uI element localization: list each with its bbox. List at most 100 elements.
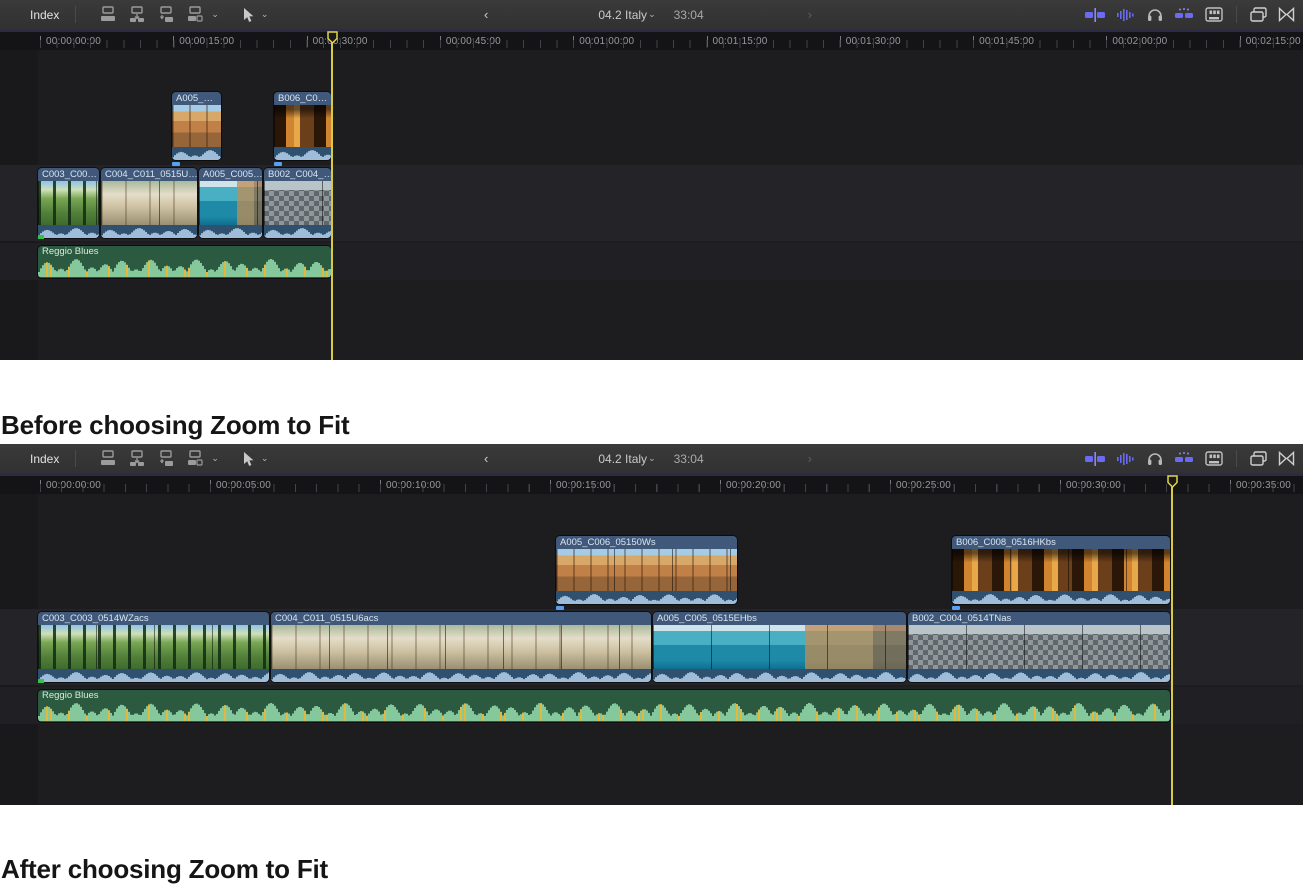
audio-waveform <box>38 257 331 278</box>
clip-a005-c006-05150ws[interactable]: A005_C006_05150Ws <box>556 536 737 604</box>
skimming-icon[interactable] <box>1085 8 1105 22</box>
clip-a005-c005-0515ehbs[interactable]: A005_C005_0515EHbs <box>653 612 906 682</box>
ruler-timecode: 00:02:15:00 <box>1240 32 1301 50</box>
project-name-menu[interactable]: 04.2 Italy ⌄ <box>592 7 661 23</box>
toolbar-center-group: ‹ 04.2 Italy ⌄ 33:04 › <box>478 0 818 29</box>
insert-clip-icon[interactable] <box>127 6 147 23</box>
project-name-menu[interactable]: 04.2 Italy ⌄ <box>592 451 661 467</box>
connect-clip-icon[interactable] <box>98 450 118 467</box>
edit-tools-group: ⌄ <box>98 6 219 23</box>
toolbar-divider <box>75 6 76 23</box>
clip-a005-c005[interactable]: A005_C005… <box>199 168 262 238</box>
transitions-browser-icon[interactable] <box>1278 451 1295 466</box>
clip-name: C003_C003_0514WZacs <box>38 612 269 625</box>
transitions-browser-icon[interactable] <box>1278 7 1295 22</box>
clip-c004-c011-0515u[interactable]: C004_C011_0515U… <box>101 168 197 238</box>
clip-audio-waveform <box>271 669 651 682</box>
ruler-timecode: 00:02:00:00 <box>1106 32 1167 50</box>
clip-connection-marker <box>172 162 180 166</box>
project-duration: 33:04 <box>674 8 704 22</box>
toolbar-left-group: Index ⌄ ⌄ <box>24 444 268 473</box>
next-project-button[interactable]: › <box>802 6 818 23</box>
tool-menu-chevron-icon[interactable]: ⌄ <box>261 453 269 464</box>
clip-c003-c00[interactable]: C003_C00… <box>38 168 99 238</box>
ruler-timecode: 00:00:00:00 <box>40 32 101 50</box>
timeline-tracks-area: A005_… B006_C0… C003_C00…C004_C011_0515U…A… <box>0 50 1303 360</box>
clip-filmstrip <box>38 181 99 225</box>
playhead-handle-icon[interactable] <box>1167 475 1178 493</box>
snapping-icon[interactable] <box>1174 8 1194 22</box>
append-clip-icon[interactable] <box>156 450 176 467</box>
clip-name: A005_… <box>172 92 221 105</box>
ruler-timecode: 00:00:00:00 <box>40 476 101 494</box>
playhead-handle-icon[interactable] <box>327 31 338 49</box>
clip-b006-c0[interactable]: B006_C0… <box>274 92 331 160</box>
clip-name: B002_C004_0514TNas <box>908 612 1170 625</box>
clip-appearance-icon[interactable] <box>1205 451 1223 466</box>
clip-b006-c008-0516hkbs[interactable]: B006_C008_0516HKbs <box>952 536 1170 604</box>
clip-appearance-icon[interactable] <box>1205 7 1223 22</box>
timeline-ruler[interactable]: 00:00:00:0000:00:05:0000:00:10:0000:00:1… <box>0 476 1303 494</box>
insert-clip-icon[interactable] <box>127 450 147 467</box>
clip-reggio-blues[interactable]: Reggio Blues <box>38 246 331 278</box>
previous-project-button[interactable]: ‹ <box>478 450 494 467</box>
timeline-panel-after: Index ⌄ ⌄ <box>0 444 1303 805</box>
timeline-tracks-area: A005_C006_05150Ws B006_C008_0516HKbs C003_… <box>0 494 1303 805</box>
clip-filmstrip <box>172 105 221 147</box>
ruler-timecode: 00:00:20:00 <box>720 476 781 494</box>
clip-a005[interactable]: A005_… <box>172 92 221 160</box>
playhead[interactable] <box>331 43 333 360</box>
clip-filmstrip <box>274 105 331 147</box>
connect-clip-icon[interactable] <box>98 6 118 23</box>
audio-skimming-icon[interactable] <box>1116 8 1136 22</box>
clip-c003-c003-0514wzacs[interactable]: C003_C003_0514WZacs <box>38 612 269 682</box>
index-button[interactable]: Index <box>24 452 65 466</box>
timeline-ruler[interactable]: 00:00:00:0000:00:15:0000:00:30:0000:00:4… <box>0 32 1303 50</box>
ruler-timecode: 00:01:15:00 <box>707 32 768 50</box>
clip-reggio-blues[interactable]: Reggio Blues <box>38 690 1170 722</box>
select-tool-icon[interactable] <box>241 7 255 23</box>
timeline-toolbar: Index ⌄ ⌄ <box>0 444 1303 476</box>
ruler-timecode: 00:00:15:00 <box>173 32 234 50</box>
toolbar-right-group <box>1085 0 1295 29</box>
toolbar-center-group: ‹ 04.2 Italy ⌄ 33:04 › <box>478 444 818 473</box>
effects-browser-icon[interactable] <box>1250 451 1267 466</box>
clip-audio-waveform <box>952 591 1170 604</box>
toolbar-divider <box>1236 6 1237 23</box>
timeline-panel-before: Index ⌄ ⌄ <box>0 0 1303 360</box>
ruler-timecode: 00:00:15:00 <box>550 476 611 494</box>
clip-b002-c004-0514tnas[interactable]: B002_C004_0514TNas <box>908 612 1170 682</box>
edit-tools-chevron-icon[interactable]: ⌄ <box>211 9 219 20</box>
index-button[interactable]: Index <box>24 8 65 22</box>
overwrite-clip-icon[interactable] <box>185 450 205 467</box>
select-tool-icon[interactable] <box>241 451 255 467</box>
audio-skimming-icon[interactable] <box>1116 452 1136 466</box>
overwrite-clip-icon[interactable] <box>185 6 205 23</box>
snapping-icon[interactable] <box>1174 452 1194 466</box>
clip-name: B006_C0… <box>274 92 331 105</box>
toolbar-right-group <box>1085 444 1295 473</box>
playhead[interactable] <box>1171 487 1173 805</box>
edit-tools-chevron-icon[interactable]: ⌄ <box>211 453 219 464</box>
skimming-icon[interactable] <box>1085 452 1105 466</box>
ruler-timecode: 00:01:00:00 <box>573 32 634 50</box>
ruler-timecode: 00:01:45:00 <box>973 32 1034 50</box>
solo-icon[interactable] <box>1147 7 1163 22</box>
tool-menu-chevron-icon[interactable]: ⌄ <box>261 9 269 20</box>
toolbar-divider <box>75 450 76 467</box>
previous-project-button[interactable]: ‹ <box>478 6 494 23</box>
clip-connection-marker <box>274 162 282 166</box>
next-project-button[interactable]: › <box>802 450 818 467</box>
clip-name: B002_C004_… <box>264 168 331 181</box>
project-chevron-icon: ⌄ <box>648 9 656 20</box>
solo-icon[interactable] <box>1147 451 1163 466</box>
ruler-timecode: 00:00:45:00 <box>440 32 501 50</box>
clip-audio-waveform <box>101 225 197 238</box>
clip-name: A005_C006_05150Ws <box>556 536 737 549</box>
clip-c004-c011-0515u6acs[interactable]: C004_C011_0515U6acs <box>271 612 651 682</box>
clip-filmstrip <box>199 181 262 225</box>
clip-b002-c004[interactable]: B002_C004_… <box>264 168 331 238</box>
clip-connection-marker <box>952 606 960 610</box>
append-clip-icon[interactable] <box>156 6 176 23</box>
effects-browser-icon[interactable] <box>1250 7 1267 22</box>
